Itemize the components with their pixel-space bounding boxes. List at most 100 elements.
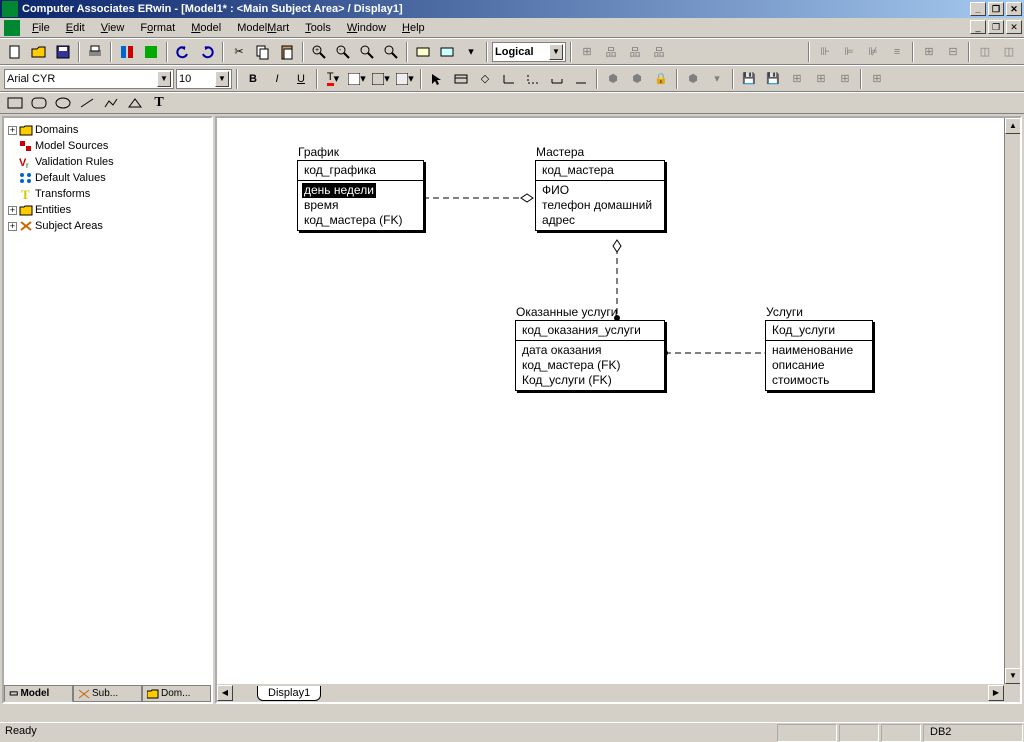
menu-file[interactable]: File bbox=[24, 20, 58, 36]
hscroll[interactable]: ◀ Display1 ▶ bbox=[217, 684, 1020, 702]
new-button[interactable] bbox=[4, 41, 26, 63]
attr[interactable]: стоимость bbox=[772, 373, 866, 388]
ungroup-button[interactable]: ◫ bbox=[998, 41, 1020, 63]
ellipse-tool[interactable] bbox=[52, 92, 74, 114]
tree[interactable]: + Domains Model Sources Vr Validation Ru… bbox=[4, 118, 211, 685]
mm-d[interactable]: 品 bbox=[648, 41, 670, 63]
redo-button[interactable] bbox=[196, 41, 218, 63]
zoom-100-button[interactable] bbox=[380, 41, 402, 63]
attr[interactable]: код_мастера (FK) bbox=[304, 213, 417, 228]
align-e[interactable]: ⊞ bbox=[918, 41, 940, 63]
font-combo[interactable]: Arial CYR ▼ bbox=[4, 69, 174, 89]
attr[interactable]: код_оказания_услуги bbox=[522, 323, 658, 338]
attr[interactable]: адрес bbox=[542, 213, 658, 228]
rect-tool[interactable] bbox=[4, 92, 26, 114]
diagram-canvas[interactable]: График код_графика день недели время код… bbox=[217, 118, 1020, 684]
tree-tab-model[interactable]: ▭ Model bbox=[4, 686, 73, 702]
fontsize-combo[interactable]: 10 ▼ bbox=[176, 69, 232, 89]
align-d[interactable]: ≡ bbox=[886, 41, 908, 63]
entity-tool[interactable] bbox=[450, 68, 472, 90]
scroll-up-button[interactable]: ▲ bbox=[1005, 118, 1021, 134]
mm-c[interactable]: 品 bbox=[624, 41, 646, 63]
align-b[interactable]: ⊫ bbox=[838, 41, 860, 63]
roundrect-tool[interactable] bbox=[28, 92, 50, 114]
attr[interactable]: код_графика bbox=[304, 163, 417, 178]
entity-mastera[interactable]: Мастера код_мастера ФИО телефон домашний… bbox=[535, 160, 665, 231]
scroll-right-button[interactable]: ▶ bbox=[988, 685, 1004, 701]
mdi-close-button[interactable]: ✕ bbox=[1006, 20, 1022, 34]
copy-button[interactable] bbox=[252, 41, 274, 63]
tree-item-entities[interactable]: + Entities bbox=[6, 202, 209, 218]
entity-uslugi[interactable]: Услуги Код_услуги наименование описание … bbox=[765, 320, 873, 391]
scroll-down-button[interactable]: ▼ bbox=[1005, 668, 1021, 684]
align-f[interactable]: ⊟ bbox=[942, 41, 964, 63]
attr[interactable]: описание bbox=[772, 358, 866, 373]
tree-item-domains[interactable]: + Domains bbox=[6, 122, 209, 138]
linecolor-button[interactable]: ▾ bbox=[370, 68, 392, 90]
entity-okazannye[interactable]: Оказанные услуги код_оказания_услуги дат… bbox=[515, 320, 665, 391]
tool-f[interactable]: ◇ bbox=[474, 68, 496, 90]
zoom-fit-button[interactable] bbox=[356, 41, 378, 63]
paste-button[interactable] bbox=[276, 41, 298, 63]
tool-c[interactable] bbox=[412, 41, 434, 63]
undo-button[interactable] bbox=[172, 41, 194, 63]
attr[interactable]: код_мастера (FK) bbox=[522, 358, 658, 373]
menu-view[interactable]: View bbox=[93, 20, 133, 36]
mm-3[interactable]: 🔒 bbox=[650, 68, 672, 90]
expander-icon[interactable]: + bbox=[8, 222, 17, 231]
rel-subtype-tool[interactable] bbox=[570, 68, 592, 90]
attr[interactable]: Код_услуги bbox=[772, 323, 866, 338]
polygon-tool[interactable] bbox=[124, 92, 146, 114]
canvas-tab[interactable]: Display1 bbox=[257, 686, 321, 701]
attr[interactable]: код_мастера bbox=[542, 163, 658, 178]
menu-help[interactable]: Help bbox=[394, 20, 433, 36]
attr[interactable]: наименование bbox=[772, 343, 866, 358]
underline-button[interactable]: U bbox=[290, 68, 312, 90]
tree-item-validation-rules[interactable]: Vr Validation Rules bbox=[6, 154, 209, 170]
save-button[interactable] bbox=[52, 41, 74, 63]
bgcolor-button[interactable]: ▾ bbox=[394, 68, 416, 90]
group-button[interactable]: ◫ bbox=[974, 41, 996, 63]
zoom-in-button[interactable]: + bbox=[308, 41, 330, 63]
menu-tools[interactable]: Tools bbox=[297, 20, 339, 36]
mm-8[interactable]: ⊞ bbox=[786, 68, 808, 90]
mm-11[interactable]: ⊞ bbox=[866, 68, 888, 90]
text-tool[interactable]: T bbox=[148, 92, 170, 114]
menu-modelmart[interactable]: ModelMart bbox=[229, 20, 297, 36]
mm-b[interactable]: 品 bbox=[600, 41, 622, 63]
rel-manymany-tool[interactable] bbox=[546, 68, 568, 90]
close-button[interactable]: ✕ bbox=[1006, 2, 1022, 16]
entity-grafik[interactable]: График код_графика день недели время код… bbox=[297, 160, 424, 231]
mm-10[interactable]: ⊞ bbox=[834, 68, 856, 90]
menu-model[interactable]: Model bbox=[183, 20, 229, 36]
tool-b[interactable] bbox=[140, 41, 162, 63]
tree-item-model-sources[interactable]: Model Sources bbox=[6, 138, 209, 154]
attr-selected[interactable]: день недели bbox=[304, 183, 417, 198]
menu-window[interactable]: Window bbox=[339, 20, 394, 36]
tree-item-subject-areas[interactable]: + Subject Areas bbox=[6, 218, 209, 234]
attr[interactable]: время bbox=[304, 198, 417, 213]
tree-tab-sub[interactable]: Sub... bbox=[73, 686, 142, 702]
align-a[interactable]: ⊪ bbox=[814, 41, 836, 63]
attr[interactable]: ФИО bbox=[542, 183, 658, 198]
vscroll[interactable]: ▲ ▼ bbox=[1004, 118, 1020, 684]
tree-item-default-values[interactable]: Default Values bbox=[6, 170, 209, 186]
tool-e[interactable]: ▾ bbox=[460, 41, 482, 63]
mm-5[interactable]: ▾ bbox=[706, 68, 728, 90]
menu-format[interactable]: Format bbox=[132, 20, 183, 36]
mdi-minimize-button[interactable]: _ bbox=[970, 20, 986, 34]
expander-icon[interactable]: + bbox=[8, 126, 17, 135]
menu-edit[interactable]: Edit bbox=[58, 20, 93, 36]
zoom-out-button[interactable]: - bbox=[332, 41, 354, 63]
restore-button[interactable]: ❐ bbox=[988, 2, 1004, 16]
bold-button[interactable]: B bbox=[242, 68, 264, 90]
mm-9[interactable]: ⊞ bbox=[810, 68, 832, 90]
tree-tab-dom[interactable]: Dom... bbox=[142, 686, 211, 702]
mdi-restore-button[interactable]: ❐ bbox=[988, 20, 1004, 34]
mm-a[interactable]: ⊞ bbox=[576, 41, 598, 63]
mm-2[interactable]: ⬢ bbox=[626, 68, 648, 90]
line-tool[interactable] bbox=[76, 92, 98, 114]
scroll-left-button[interactable]: ◀ bbox=[217, 685, 233, 701]
italic-button[interactable]: I bbox=[266, 68, 288, 90]
mm-7[interactable]: 💾 bbox=[762, 68, 784, 90]
